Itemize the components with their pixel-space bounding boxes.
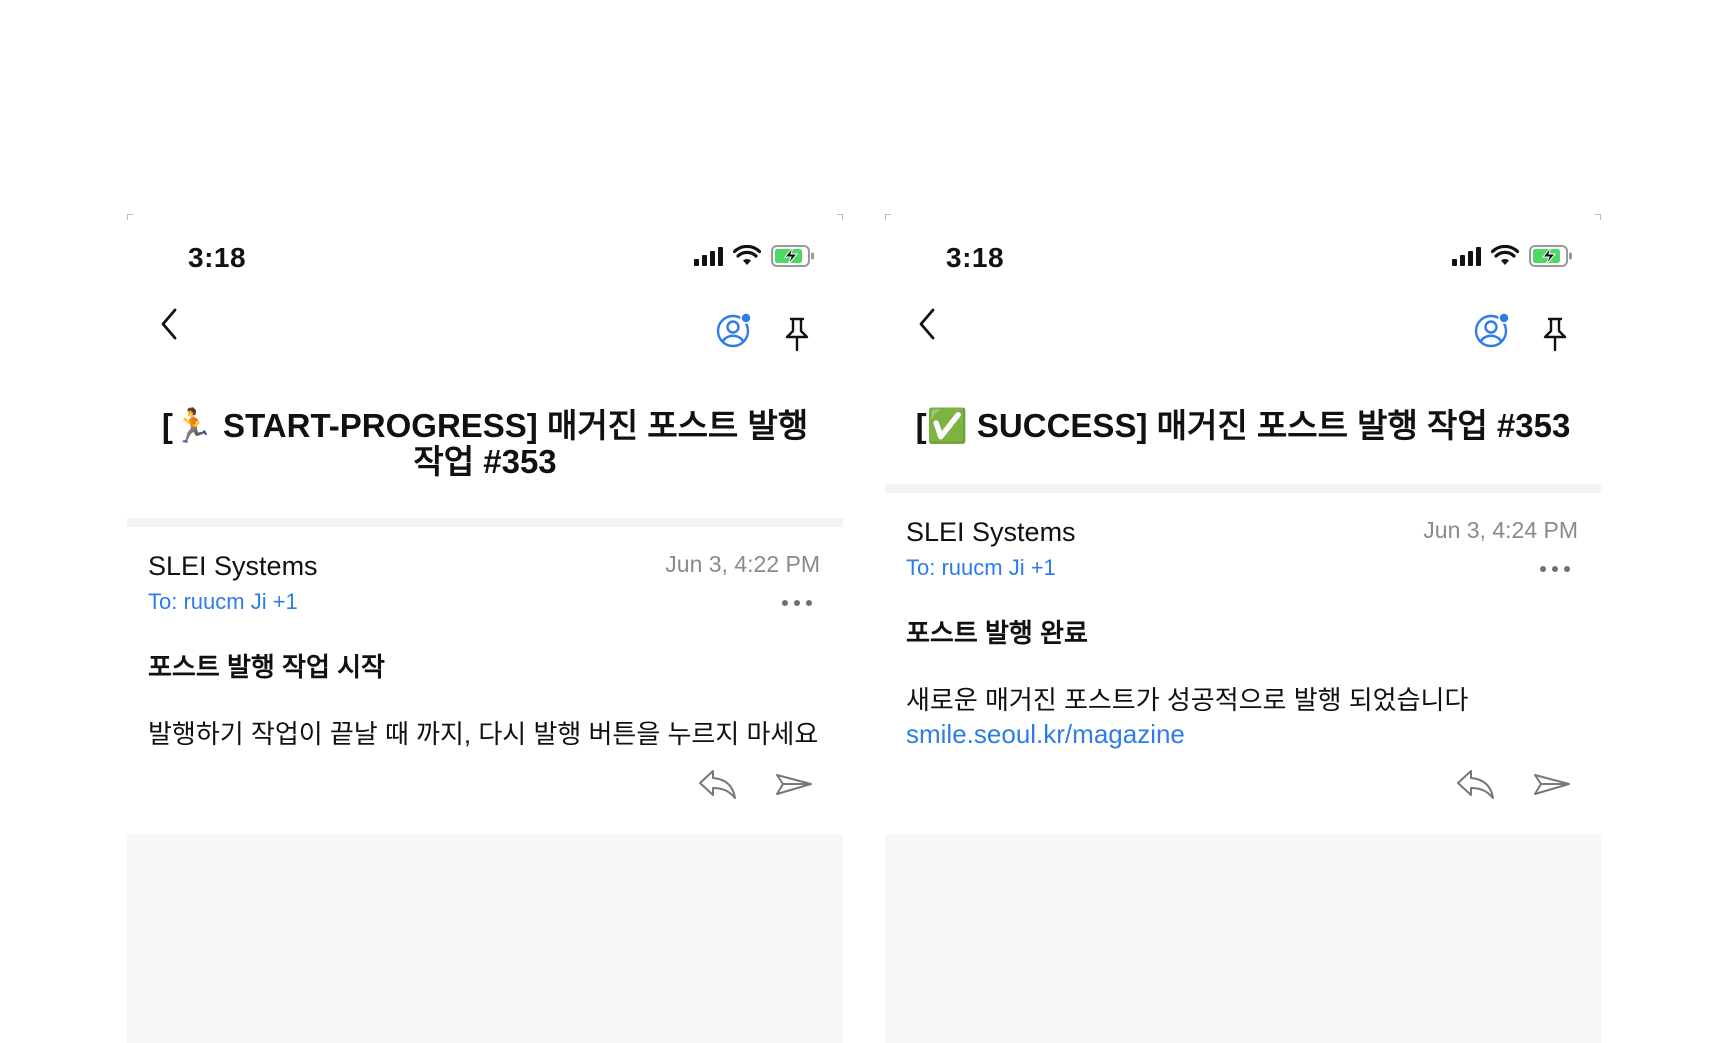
frame-corner	[1595, 214, 1601, 220]
email-body-heading: 포스트 발행 완료	[906, 618, 1088, 648]
email-body-text: 발행하기 작업이 끝날 때 까지, 다시 발행 버튼을 누르지 마세요	[148, 719, 819, 749]
empty-thread-area	[885, 834, 1601, 1043]
account-circle-icon[interactable]	[1474, 312, 1510, 348]
email-body: 발행하기 작업이 끝날 때 까지, 다시 발행 버튼을 누르지 마세요	[148, 717, 818, 751]
email-actions	[697, 767, 815, 801]
status-time: 3:18	[188, 242, 247, 273]
frame-corner	[837, 214, 843, 220]
back-chevron-icon[interactable]	[155, 304, 185, 344]
forward-icon[interactable]	[1531, 767, 1573, 801]
email-body-heading: 포스트 발행 작업 시작	[148, 652, 385, 682]
section-divider	[885, 484, 1601, 493]
forward-icon[interactable]	[773, 767, 815, 801]
account-circle-icon[interactable]	[716, 312, 752, 348]
email-body-text: 새로운 매거진 포스트가 성공적으로 발행 되었습니다	[906, 685, 1469, 715]
email-date: Jun 3, 4:24 PM	[1423, 517, 1578, 543]
status-time: 3:18	[946, 242, 1005, 273]
email-date: Jun 3, 4:22 PM	[665, 551, 820, 577]
recipients-link[interactable]: To: ruucm Ji +1	[906, 555, 1056, 581]
frame-corner	[127, 214, 133, 220]
more-options-icon[interactable]	[782, 600, 812, 606]
battery-charging-icon	[1529, 245, 1572, 267]
status-icons	[694, 244, 815, 268]
battery-charging-icon	[771, 245, 814, 267]
reply-icon[interactable]	[697, 767, 739, 801]
email-subject: [✅ SUCCESS] 매거진 포스트 발행 작업 #353	[915, 407, 1571, 444]
status-icons	[1452, 244, 1573, 268]
frame-corner	[885, 214, 891, 220]
pin-icon[interactable]	[1539, 316, 1571, 352]
email-subject: [🏃 START-PROGRESS] 매거진 포스트 발행 작업 #353	[161, 407, 809, 480]
empty-thread-area	[127, 834, 843, 1043]
sender-name[interactable]: SLEI Systems	[148, 551, 318, 582]
email-actions	[1455, 767, 1573, 801]
more-options-icon[interactable]	[1540, 566, 1570, 572]
back-chevron-icon[interactable]	[913, 304, 943, 344]
email-screen-success: 3:18 [✅ SUCCESS] 매거진 포스트 발행 작업 #353 SLEI…	[885, 214, 1601, 1043]
wifi-icon	[733, 245, 761, 265]
email-screen-start-progress: 3:18 [🏃 START-PROGRESS] 매거진 포스트 발행 작업 #3…	[127, 214, 843, 1043]
section-divider	[127, 518, 843, 527]
email-body: 새로운 매거진 포스트가 성공적으로 발행 되었습니다 smile.seoul.…	[906, 683, 1468, 751]
reply-icon[interactable]	[1455, 767, 1497, 801]
cellular-signal-icon	[1452, 246, 1481, 266]
magazine-link[interactable]: smile.seoul.kr/magazine	[906, 717, 1468, 751]
pin-icon[interactable]	[781, 316, 813, 352]
sender-name[interactable]: SLEI Systems	[906, 517, 1076, 548]
cellular-signal-icon	[694, 246, 723, 266]
recipients-link[interactable]: To: ruucm Ji +1	[148, 589, 298, 615]
wifi-icon	[1491, 245, 1519, 265]
